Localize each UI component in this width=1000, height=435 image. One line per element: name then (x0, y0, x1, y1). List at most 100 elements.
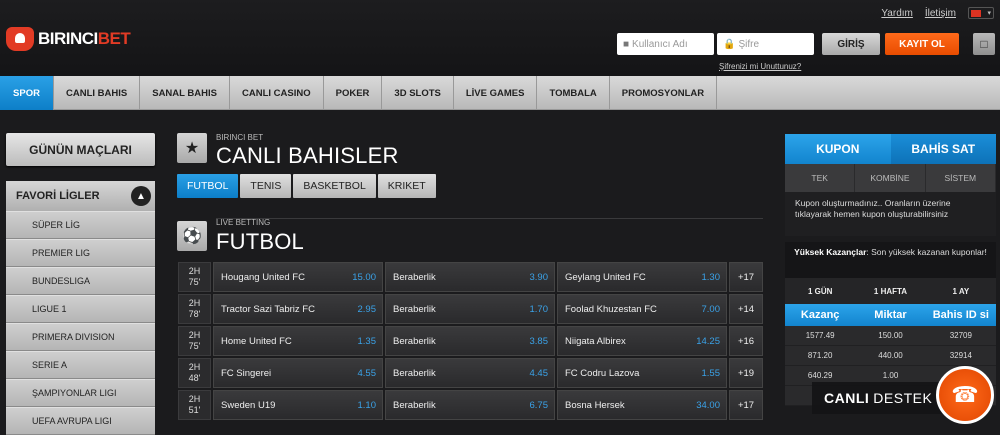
login-button[interactable]: GİRİŞ (822, 33, 880, 55)
odd-value: 4.45 (529, 367, 549, 379)
user-icon: ■ (623, 38, 630, 50)
odd-away[interactable]: Geylang United FC 1.30 (557, 262, 727, 292)
odd-draw[interactable]: Beraberlik 1.70 (385, 294, 555, 324)
match-period: 2H (188, 330, 201, 340)
more-markets-button[interactable]: +14 (729, 294, 763, 324)
tab-basketbol[interactable]: BASKETBOL (293, 174, 376, 198)
live-section-title: FUTBOL (216, 229, 304, 254)
favori-ligler-header[interactable]: FAVORİ LİGLER ▲ (6, 181, 155, 211)
tab-sistem[interactable]: SİSTEM (926, 164, 996, 192)
odd-away[interactable]: Bosna Hersek 34.00 (557, 390, 727, 420)
live-betting-label: LIVE BETTING (216, 218, 271, 227)
odd-value: 1.30 (701, 271, 721, 283)
period-1-hafta[interactable]: 1 HAFTA (855, 278, 925, 304)
more-markets-button[interactable]: +19 (729, 358, 763, 388)
nav-item-live-games[interactable]: LİVE GAMES (454, 76, 538, 110)
col-miktar: Miktar (874, 309, 907, 321)
tab-bahis-sat[interactable]: BAHİS SAT (890, 134, 996, 164)
match-minute: 75' (188, 277, 201, 287)
page-title: CANLI BAHISLER (216, 143, 399, 168)
nav-item-canli-bahis[interactable]: CANLI BAHIS (54, 76, 141, 110)
tab-kriket[interactable]: KRIKET (377, 174, 436, 198)
password-field[interactable]: 🔒 Şifre (717, 33, 814, 55)
period-1-ay[interactable]: 1 AY (926, 278, 996, 304)
nav-item-3d-slots[interactable]: 3D SLOTS (382, 76, 454, 110)
odd-value: 1.10 (357, 399, 377, 411)
live-support-canli: CANLI (824, 390, 870, 406)
high-winnings-header: Yüksek Kazançlar: Son yüksek kazanan kup… (785, 242, 996, 278)
logo[interactable]: BIRINCIBET (6, 27, 131, 51)
odd-away[interactable]: Niigata Albirex 14.25 (557, 326, 727, 356)
league-item[interactable]: SERIE A (6, 351, 155, 379)
more-markets-button[interactable]: +17 (729, 262, 763, 292)
league-item[interactable]: ŞAMPIYONLAR LIGI (6, 379, 155, 407)
headset-icon[interactable]: ☎ (936, 366, 994, 424)
table-cell: 440.00 (878, 351, 903, 360)
odd-value: 14.25 (696, 335, 720, 347)
odd-home[interactable]: FC Singerei 4.55 (213, 358, 383, 388)
odd-draw[interactable]: Beraberlik 3.85 (385, 326, 555, 356)
odd-draw[interactable]: Beraberlik 3.90 (385, 262, 555, 292)
league-item[interactable]: LIGUE 1 (6, 295, 155, 323)
more-markets-button[interactable]: +17 (729, 390, 763, 420)
tab-tek[interactable]: TEK (785, 164, 856, 192)
chat-button[interactable]: □ (973, 33, 995, 55)
coupon-type-tabs: TEK KOMBİNE SİSTEM (785, 164, 996, 192)
draw-label: Beraberlik (393, 367, 436, 379)
match-time: 2H 48' (178, 358, 211, 388)
table-cell: 32914 (949, 351, 972, 360)
tab-kupon[interactable]: KUPON (785, 134, 891, 164)
league-item[interactable]: UEFA AVRUPA LIGI (6, 407, 155, 435)
high-winnings-text: : Son yüksek kazanan kuponlar! (866, 247, 987, 257)
tab-futbol[interactable]: FUTBOL (177, 174, 239, 198)
match-row: 2H 78' Tractor Sazi Tabriz FC 2.95 Beraber… (178, 294, 763, 324)
odd-value: 34.00 (696, 399, 720, 411)
table-row: 871.20 440.00 32914 (785, 346, 996, 366)
odd-home[interactable]: Sweden U19 1.10 (213, 390, 383, 420)
nav-item-tombala[interactable]: TOMBALA (537, 76, 610, 110)
league-item[interactable]: PRIMERA DIVISION (6, 323, 155, 351)
table-cell: 32709 (949, 331, 972, 340)
tab-tenis[interactable]: TENIS (240, 174, 292, 198)
odd-home[interactable]: Home United FC 1.35 (213, 326, 383, 356)
league-item[interactable]: BUNDESLIGA (6, 267, 155, 295)
odd-value: 1.70 (529, 303, 549, 315)
register-button[interactable]: KAYIT OL (885, 33, 959, 55)
nav-item-promosyonlar[interactable]: PROMOSYONLAR (610, 76, 718, 110)
chat-icon: □ (980, 37, 988, 51)
nav-item-canli-casino[interactable]: CANLI CASINO (230, 76, 324, 110)
chevron-up-icon[interactable]: ▲ (131, 186, 151, 206)
odd-draw[interactable]: Beraberlik 4.45 (385, 358, 555, 388)
match-minute: 51' (188, 405, 201, 415)
team-name: Foolad Khuzestan FC (565, 303, 657, 315)
period-1-gun[interactable]: 1 GÜN (785, 278, 855, 304)
nav-item-poker[interactable]: POKER (324, 76, 383, 110)
username-field[interactable]: ■ Kullanıcı Adı (617, 33, 714, 55)
nav-item-sanal-bahis[interactable]: SANAL BAHIS (140, 76, 230, 110)
gunun-maclari-button[interactable]: GÜNÜN MAÇLARI (6, 133, 155, 166)
team-name: FC Codru Lazova (565, 367, 640, 379)
odd-away[interactable]: Foolad Khuzestan FC 7.00 (557, 294, 727, 324)
league-item[interactable]: SÜPER LİG (6, 211, 155, 239)
logo-main: BIRINCI (38, 29, 98, 48)
match-time: 2H 51' (178, 390, 211, 420)
tab-kombine[interactable]: KOMBİNE (855, 164, 926, 192)
link-yardim[interactable]: Yardım (881, 8, 913, 19)
odd-draw[interactable]: Beraberlik 6.75 (385, 390, 555, 420)
odd-away[interactable]: FC Codru Lazova 1.55 (557, 358, 727, 388)
match-row: 2H 51' Sweden U19 1.10 Beraberlik 6.75 Bosn… (178, 390, 763, 420)
nav-item-spor[interactable]: SPOR (0, 76, 54, 110)
language-selector[interactable]: ▾ (968, 7, 994, 19)
odd-home[interactable]: Hougang United FC 15.00 (213, 262, 383, 292)
odd-home[interactable]: Tractor Sazi Tabriz FC 2.95 (213, 294, 383, 324)
forgot-password-link[interactable]: Şifrenizi mi Unuttunuz? (719, 62, 801, 71)
divider (216, 218, 763, 219)
chevron-down-icon: ▾ (987, 10, 991, 17)
table-cell: 1577.49 (805, 331, 835, 340)
match-row: 2H 48' FC Singerei 4.55 Beraberlik 4.45 FC … (178, 358, 763, 388)
link-iletisim[interactable]: İletişim (925, 8, 956, 19)
trophy-icon: ★ (177, 133, 207, 163)
match-time: 2H 75' (178, 326, 211, 356)
more-markets-button[interactable]: +16 (729, 326, 763, 356)
league-item[interactable]: PREMIER LIG (6, 239, 155, 267)
